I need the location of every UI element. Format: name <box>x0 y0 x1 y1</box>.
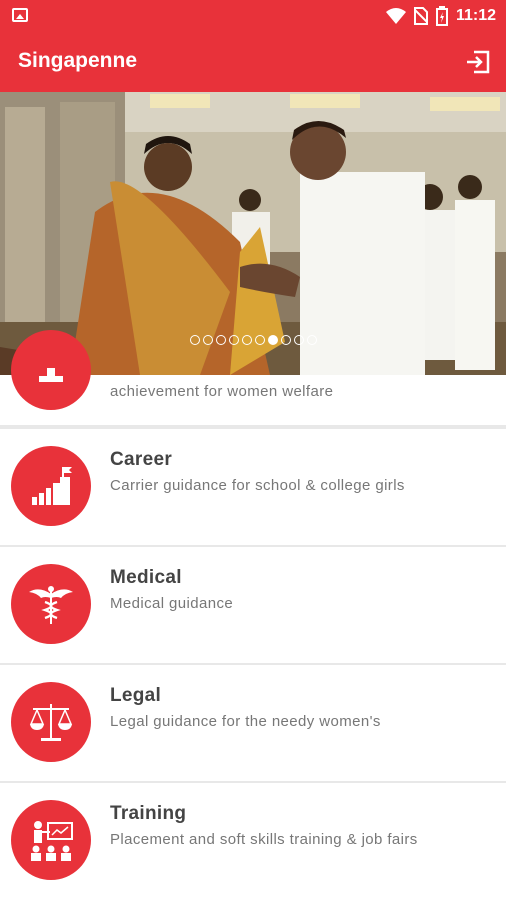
award-icon <box>11 330 91 410</box>
item-description: achievement for women welfare <box>110 383 334 400</box>
slider-dot[interactable] <box>241 335 252 345</box>
item-description: Medical guidance <box>110 595 234 612</box>
battery-icon <box>435 6 448 26</box>
training-board-icon <box>11 800 91 880</box>
slider-dot[interactable] <box>215 335 226 345</box>
status-time: 11:12 <box>455 7 496 24</box>
item-description: Legal guidance for the needy women's <box>110 713 381 730</box>
status-bar: 11:12 <box>0 0 506 32</box>
list-item-career[interactable]: Career Carrier guidance for school & col… <box>0 429 506 545</box>
image-icon <box>12 8 28 22</box>
slider-dot[interactable] <box>306 335 317 345</box>
banner-slider[interactable] <box>0 92 506 375</box>
no-sim-icon <box>413 7 428 25</box>
list-item-medical[interactable]: Medical Medical guidance <box>0 547 506 663</box>
item-title: Medical <box>110 567 182 588</box>
slider-dot[interactable] <box>280 335 291 345</box>
caduceus-icon <box>11 564 91 644</box>
slider-dot[interactable] <box>267 335 278 345</box>
slider-dot[interactable] <box>293 335 304 345</box>
banner-photo <box>0 92 506 375</box>
app-title: Singapenne <box>18 49 138 72</box>
wifi-icon <box>385 8 406 24</box>
item-description: Placement and soft skills training & job… <box>110 831 418 848</box>
slider-dot[interactable] <box>254 335 265 345</box>
list-item-training[interactable]: Training Placement and soft skills train… <box>0 783 506 900</box>
slider-dot[interactable] <box>202 335 213 345</box>
item-description: Carrier guidance for school & college gi… <box>110 477 405 494</box>
item-title: Training <box>110 803 187 824</box>
list-item-legal[interactable]: Legal Legal guidance for the needy women… <box>0 665 506 781</box>
career-growth-icon <box>11 446 91 526</box>
item-title: Legal <box>110 685 162 706</box>
slider-dot[interactable] <box>228 335 239 345</box>
app-bar: Singapenne <box>0 32 506 92</box>
list-item-achievement[interactable]: achievement for women welfare <box>0 330 506 425</box>
scales-icon <box>11 682 91 762</box>
slider-dot[interactable] <box>189 335 200 345</box>
item-title: Career <box>110 449 173 470</box>
logout-icon[interactable] <box>464 48 492 76</box>
